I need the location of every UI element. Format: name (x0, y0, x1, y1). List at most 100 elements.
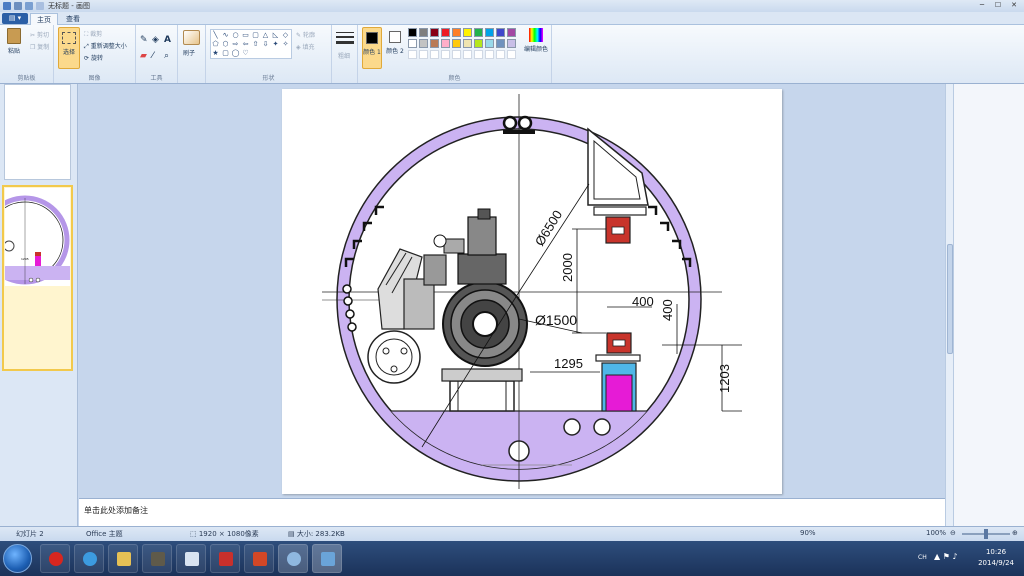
fill-icon[interactable]: ◈ (152, 35, 159, 45)
slide-thumbnail-2[interactable]: 1295 (2, 185, 73, 371)
app-menu-button[interactable]: ▤ ▾ (2, 13, 28, 24)
tab-home[interactable]: 主页 (30, 13, 58, 25)
palette-empty-swatch[interactable] (463, 50, 472, 59)
palette-swatch[interactable] (496, 39, 505, 48)
shape-tool-icon[interactable]: ◇ (281, 31, 290, 39)
shape-tool-icon[interactable]: ▢ (251, 31, 260, 39)
palette-swatch[interactable] (419, 39, 428, 48)
tab-view[interactable]: 查看 (60, 13, 86, 25)
taskbar-paint[interactable] (312, 544, 342, 573)
shape-tool-icon[interactable]: ◯ (231, 49, 240, 57)
eraser-icon[interactable]: ▰ (140, 51, 147, 61)
palette-empty-swatch[interactable] (507, 50, 516, 59)
palette-empty-swatch[interactable] (430, 50, 439, 59)
shape-tool-icon[interactable]: ⇩ (261, 40, 270, 48)
palette-swatch[interactable] (474, 39, 483, 48)
taskbar-app-8[interactable] (278, 544, 308, 573)
undo-icon[interactable] (25, 2, 33, 10)
pencil-icon[interactable]: ✎ (140, 35, 148, 45)
palette-swatch[interactable] (485, 28, 494, 37)
taskbar-ie[interactable] (74, 544, 104, 573)
shape-tool-icon[interactable]: ★ (211, 49, 220, 57)
palette-swatch[interactable] (507, 39, 516, 48)
taskbar-explorer[interactable] (108, 544, 138, 573)
fill-button[interactable]: ◈ 填充 (296, 42, 315, 51)
shape-tool-icon[interactable]: △ (261, 31, 270, 39)
taskbar-app-4[interactable] (142, 544, 172, 573)
palette-swatch[interactable] (430, 39, 439, 48)
palette-empty-swatch[interactable] (419, 50, 428, 59)
brush-icon[interactable] (183, 30, 200, 45)
palette-empty-swatch[interactable] (485, 50, 494, 59)
crop-button[interactable]: ⛶ 裁剪 (84, 29, 102, 39)
paste-button[interactable]: 粘贴 (4, 28, 24, 55)
shapes-gallery[interactable]: ╲ ∿ ○ ▭ ▢ △ ◺ ◇ ⬠ ⬡ ⇨ ⇦ ⇧ ⇩ ✦ ✧ ★ ▢ ◯ ♡ (210, 29, 292, 59)
copy-button[interactable]: ❐ 复制 (30, 42, 49, 51)
rotate-button[interactable]: ⟳ 旋转 (84, 53, 103, 62)
save-icon[interactable] (14, 2, 22, 10)
palette-swatch[interactable] (408, 28, 417, 37)
taskbar-pdf[interactable] (210, 544, 240, 573)
shape-tool-icon[interactable]: ╲ (211, 31, 220, 39)
palette-swatch[interactable] (452, 39, 461, 48)
taskbar-app-5[interactable] (176, 544, 206, 573)
language-indicator[interactable]: CH (918, 554, 927, 561)
shape-tool-icon[interactable]: ⇧ (251, 40, 260, 48)
zoom-in-button[interactable]: ⊕ (1012, 529, 1018, 537)
close-button[interactable]: ✕ (1008, 1, 1020, 10)
palette-swatch[interactable] (463, 39, 472, 48)
palette-swatch[interactable] (496, 28, 505, 37)
palette-empty-swatch[interactable] (408, 50, 417, 59)
color-picker-icon[interactable]: ⁄ (152, 51, 154, 61)
start-button[interactable] (3, 544, 32, 573)
palette-swatch[interactable] (441, 39, 450, 48)
palette-swatch[interactable] (463, 28, 472, 37)
shape-tool-icon[interactable]: ▭ (241, 31, 250, 39)
resize-button[interactable]: ⤢ 重新调整大小 (84, 41, 127, 51)
slide-thumbnail-1[interactable] (4, 84, 71, 180)
vertical-scrollbar[interactable] (945, 84, 953, 526)
color-palette[interactable] (408, 28, 528, 64)
shape-tool-icon[interactable]: ⬠ (211, 40, 220, 48)
shape-tool-icon[interactable]: ✦ (271, 40, 280, 48)
zoom-out-button[interactable]: ⊖ (950, 529, 956, 537)
palette-swatch[interactable] (485, 39, 494, 48)
taskbar-app-1[interactable] (40, 544, 70, 573)
palette-swatch[interactable] (441, 28, 450, 37)
shape-tool-icon[interactable]: ▢ (221, 49, 230, 57)
select-button[interactable]: 选择 (58, 27, 80, 69)
clock[interactable]: 10:26 2014/9/24 (978, 547, 1014, 569)
drawing-canvas[interactable]: Ø6500 Ø1500 2000 400 400 1295 1203 (282, 89, 782, 494)
shape-tool-icon[interactable]: ○ (231, 31, 240, 39)
palette-swatch[interactable] (474, 28, 483, 37)
palette-swatch[interactable] (452, 28, 461, 37)
outline-button[interactable]: ✎ 轮廓 (296, 30, 315, 39)
line-weight-icon[interactable] (336, 32, 354, 46)
palette-empty-swatch[interactable] (441, 50, 450, 59)
palette-swatch[interactable] (408, 39, 417, 48)
shape-tool-icon[interactable]: ✧ (281, 40, 290, 48)
text-icon[interactable]: A (164, 35, 171, 45)
shape-tool-icon[interactable]: ∿ (221, 31, 230, 39)
palette-swatch[interactable] (430, 28, 439, 37)
taskbar-powerpoint[interactable] (244, 544, 274, 573)
palette-empty-swatch[interactable] (496, 50, 505, 59)
zoom-slider-thumb[interactable] (984, 529, 988, 539)
cut-button[interactable]: ✂ 剪切 (30, 30, 49, 39)
zoom-slider[interactable] (962, 529, 1010, 539)
tray-icons[interactable]: ▲ ⚑ ♪ (934, 552, 958, 561)
shape-tool-icon[interactable]: ⬡ (221, 40, 230, 48)
notes-pane[interactable]: 单击此处添加备注 (79, 498, 945, 526)
shape-tool-icon[interactable]: ♡ (241, 49, 250, 57)
shape-tool-icon[interactable]: ⇦ (241, 40, 250, 48)
edit-colors-button[interactable]: 编辑颜色 (522, 28, 550, 53)
palette-empty-swatch[interactable] (452, 50, 461, 59)
redo-icon[interactable] (36, 2, 44, 10)
shape-tool-icon[interactable]: ◺ (271, 31, 280, 39)
palette-swatch[interactable] (507, 28, 516, 37)
minimize-button[interactable]: ─ (976, 1, 988, 10)
shape-tool-icon[interactable]: ⇨ (231, 40, 240, 48)
maximize-button[interactable]: ☐ (992, 1, 1004, 10)
palette-empty-swatch[interactable] (474, 50, 483, 59)
magnifier-icon[interactable]: ⌕ (164, 51, 169, 61)
